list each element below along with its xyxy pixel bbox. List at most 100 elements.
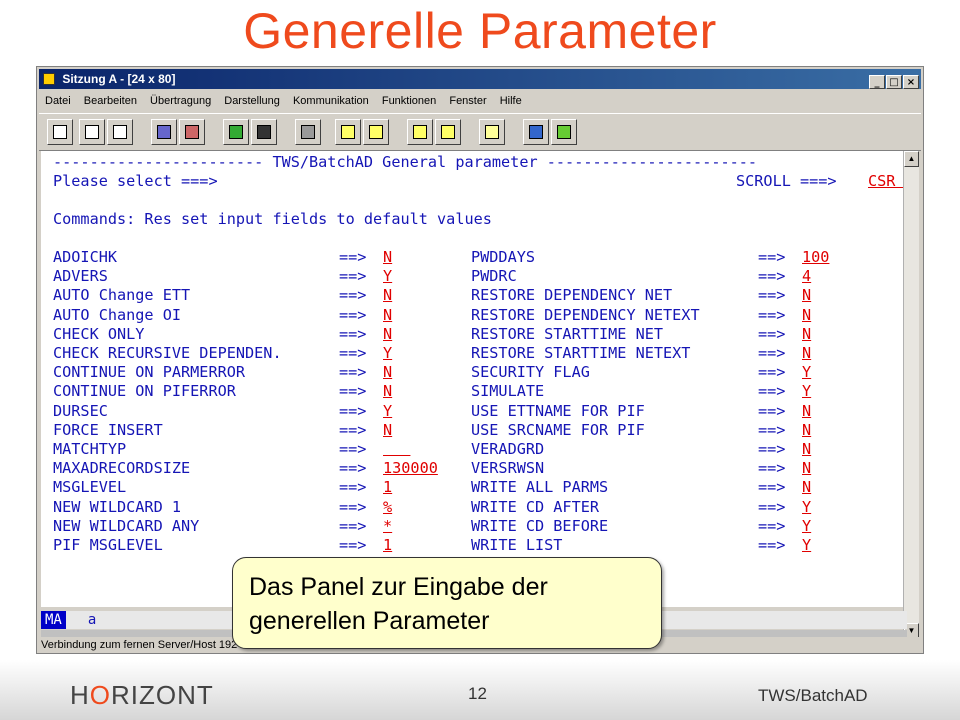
print-screen-button[interactable] [47, 119, 73, 145]
menu-darstellung[interactable]: Darstellung [224, 95, 280, 107]
minimize-button[interactable]: _ [869, 75, 885, 89]
param-value-input[interactable]: * [383, 517, 392, 536]
param-value-input[interactable] [383, 440, 410, 459]
send-file-button[interactable] [151, 119, 177, 145]
clipboard-button[interactable] [479, 119, 505, 145]
param-arrow: ==> [758, 420, 786, 439]
param-value-input[interactable]: N [802, 421, 811, 440]
param-value-input[interactable]: N [383, 382, 392, 401]
param-name: AUTO Change ETT [53, 286, 191, 305]
param-name: MATCHTYP [53, 440, 127, 458]
prompt-label: Please select ===> [53, 172, 218, 190]
param-name: WRITE CD BEFORE [471, 516, 609, 535]
param-value-input[interactable]: 4 [802, 267, 811, 286]
param-value-input[interactable]: N [802, 286, 811, 305]
param-arrow: ==> [758, 536, 786, 554]
paste-icon [113, 125, 127, 139]
param-value-input[interactable]: N [802, 459, 811, 478]
maximize-button[interactable]: □ [886, 75, 902, 89]
support-button[interactable] [551, 119, 577, 145]
param-value-input[interactable]: N [383, 306, 392, 325]
scroll-up-icon[interactable]: ▲ [904, 151, 919, 167]
param-value-input[interactable]: N [802, 306, 811, 325]
param-value-input[interactable]: N [383, 363, 392, 382]
help-button[interactable] [523, 119, 549, 145]
param-value-input[interactable]: 1 [383, 478, 392, 497]
param-arrow: ==> [339, 478, 367, 497]
param-name: CHECK ONLY [53, 324, 145, 343]
param-name: VERSRWSN [471, 459, 545, 478]
scroll-value-input[interactable]: CSR [868, 172, 905, 191]
param-name: SECURITY FLAG [471, 363, 590, 382]
param-name: RESTORE DEPENDENCY NET [471, 286, 673, 305]
stop-macro-icon [413, 125, 427, 139]
param-arrow: ==> [339, 536, 367, 554]
menu-fenster[interactable]: Fenster [449, 95, 486, 107]
param-value-input[interactable]: N [802, 325, 811, 344]
param-value-input[interactable]: N [802, 478, 811, 497]
clipboard-icon [485, 125, 499, 139]
window-titlebar[interactable]: Sitzung A - [24 x 80] _ □ × [39, 69, 921, 89]
param-name: WRITE CD AFTER [471, 497, 600, 516]
param-value-input[interactable]: N [383, 286, 392, 305]
param-value-input[interactable]: % [383, 498, 392, 517]
param-name: PIF MSGLEVEL [53, 536, 163, 554]
param-value-input[interactable]: N [802, 402, 811, 421]
menu-hilfe[interactable]: Hilfe [500, 95, 522, 107]
stop-macro-button[interactable] [407, 119, 433, 145]
brand-rizont: RIZONT [111, 680, 214, 710]
param-arrow: ==> [758, 401, 786, 420]
param-value-input[interactable]: Y [383, 267, 392, 286]
param-value-input[interactable]: Y [802, 382, 811, 401]
param-arrow: ==> [758, 363, 786, 382]
param-value-input[interactable]: Y [802, 498, 811, 517]
param-value-input[interactable]: 100 [802, 248, 829, 267]
menu-kommunikation[interactable]: Kommunikation [293, 95, 369, 107]
color-button[interactable] [251, 119, 277, 145]
param-value-input[interactable]: 130000 [383, 459, 438, 478]
param-value-input[interactable]: N [802, 344, 811, 363]
param-name: USE SRCNAME FOR PIF [471, 420, 645, 439]
param-value-input[interactable]: Y [383, 344, 392, 363]
param-value-input[interactable]: Y [383, 402, 392, 421]
menu-funktionen[interactable]: Funktionen [382, 95, 436, 107]
menu-uebertragung[interactable]: Übertragung [150, 95, 211, 107]
commands-line: Commands: Res set input fields to defaul… [53, 210, 492, 228]
close-button[interactable]: × [903, 75, 919, 89]
terminal-screen[interactable]: ----------------------- TWS/BatchAD Gene… [41, 151, 911, 607]
param-name: RESTORE STARTTIME NET [471, 324, 664, 343]
param-value-input[interactable]: N [383, 421, 392, 440]
menu-datei[interactable]: Datei [45, 95, 71, 107]
param-name: ADVERS [53, 267, 108, 286]
param-value-input[interactable]: Y [802, 536, 811, 555]
macro-button[interactable] [295, 119, 321, 145]
menu-bearbeiten[interactable]: Bearbeiten [84, 95, 137, 107]
receive-file-button[interactable] [179, 119, 205, 145]
param-arrow: ==> [339, 497, 367, 516]
display-setup-icon [229, 125, 243, 139]
paste-button[interactable] [107, 119, 133, 145]
param-value-input[interactable]: N [383, 248, 392, 267]
pause-macro-button[interactable] [435, 119, 461, 145]
macro-icon [301, 125, 315, 139]
param-name: AUTO Change OI [53, 305, 182, 324]
record-macro-button[interactable] [335, 119, 361, 145]
param-value-input[interactable]: Y [802, 363, 811, 382]
param-name: MAXADRECORDSIZE [53, 459, 191, 478]
param-arrow: ==> [758, 286, 786, 305]
param-arrow: ==> [339, 267, 367, 286]
vertical-scrollbar[interactable]: ▲ ▼ [903, 151, 919, 639]
display-setup-button[interactable] [223, 119, 249, 145]
param-value-input[interactable]: N [383, 325, 392, 344]
play-macro-button[interactable] [363, 119, 389, 145]
param-arrow: ==> [339, 344, 367, 362]
param-name: CONTINUE ON PIFERROR [53, 382, 236, 401]
copy-button[interactable] [79, 119, 105, 145]
param-arrow: ==> [758, 344, 786, 362]
param-value-input[interactable]: Y [802, 517, 811, 536]
param-value-input[interactable]: 1 [383, 536, 392, 555]
param-value-input[interactable]: N [802, 440, 811, 459]
param-name: MSGLEVEL [53, 478, 127, 497]
param-name: CHECK RECURSIVE DEPENDEN. [53, 344, 282, 362]
receive-file-icon [185, 125, 199, 139]
